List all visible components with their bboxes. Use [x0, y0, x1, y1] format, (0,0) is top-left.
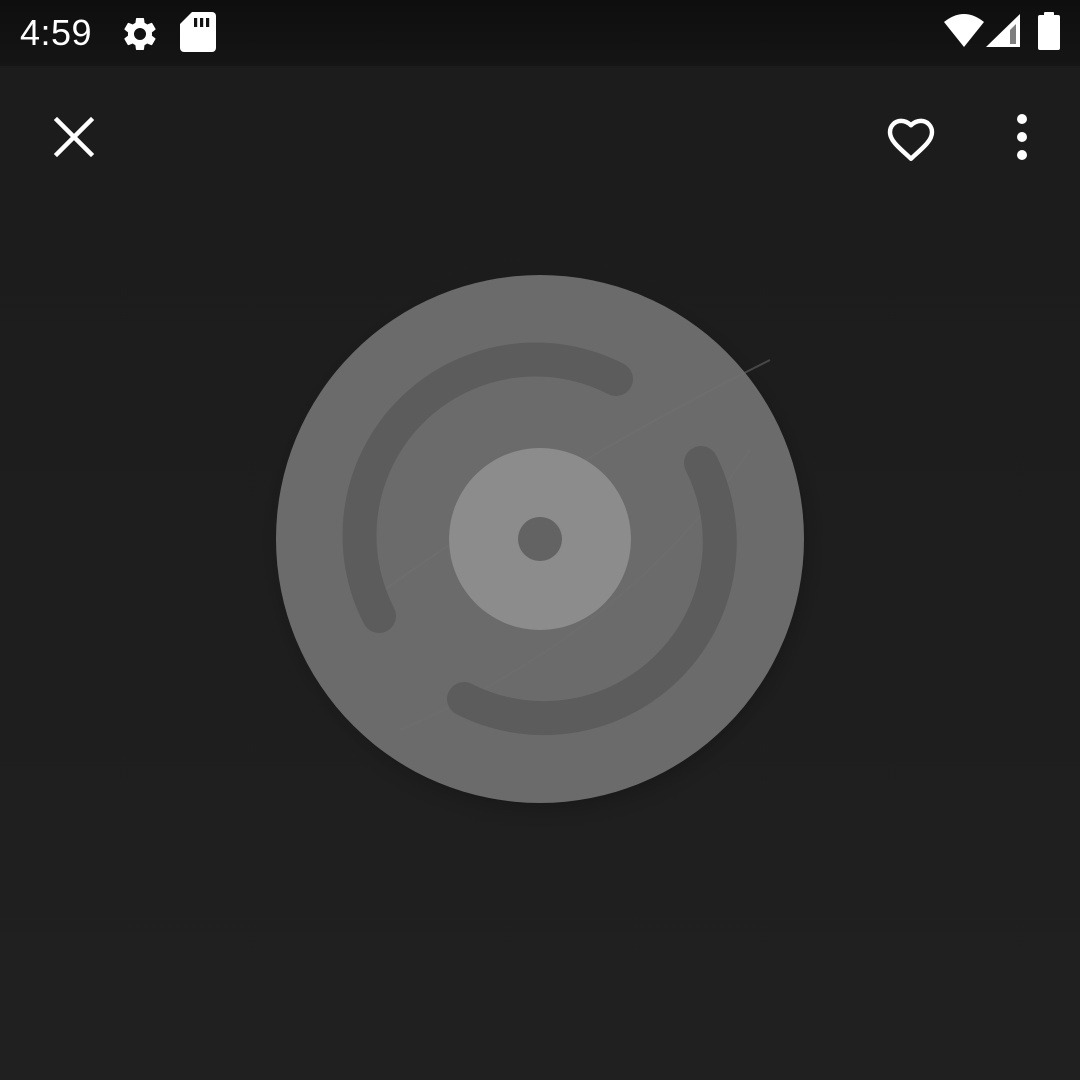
- status-bar: 4:59: [0, 0, 1080, 66]
- more-options-button[interactable]: [974, 89, 1070, 185]
- more-vert-icon: [1017, 114, 1027, 160]
- status-time: 4:59: [20, 12, 93, 53]
- cell-signal-icon: [986, 14, 1020, 47]
- vinyl-disc-icon: [253, 255, 830, 830]
- close-button[interactable]: [26, 89, 122, 185]
- heart-outline-icon: [887, 118, 935, 161]
- album-art-placeholder: [253, 255, 830, 830]
- wifi-icon: [944, 14, 984, 47]
- battery-icon: [1038, 12, 1060, 50]
- settings-icon: [124, 17, 156, 50]
- sd-card-icon: [180, 12, 216, 52]
- favorite-button[interactable]: [863, 89, 959, 185]
- now-playing-screen: 4:59: [0, 0, 1080, 1080]
- close-icon: [53, 116, 95, 158]
